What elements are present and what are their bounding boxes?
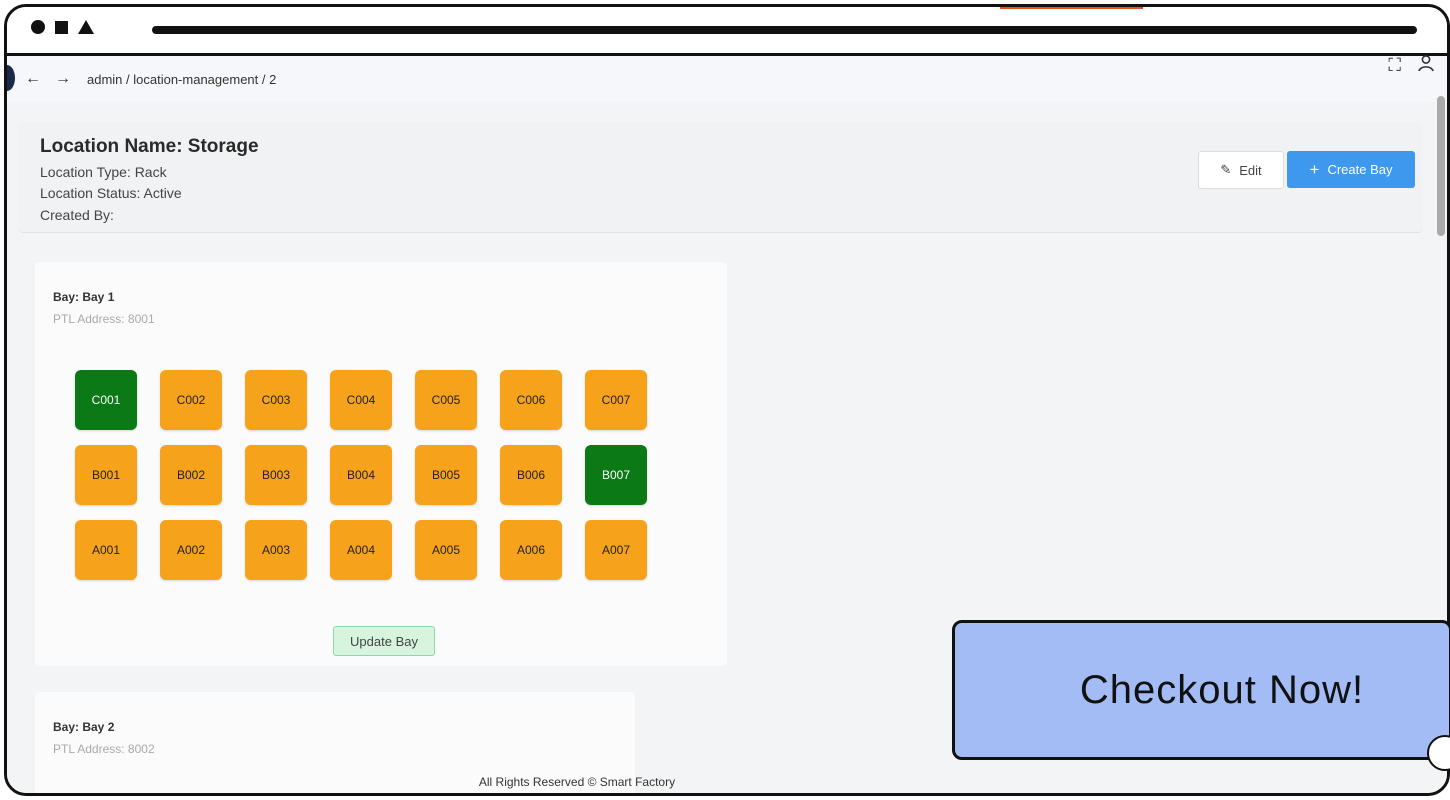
- fullscreen-icon[interactable]: ⛶: [1388, 55, 1401, 76]
- pencil-icon: ✎: [1220, 162, 1232, 177]
- copyright-text: All Rights Reserved © Smart Factory: [478, 775, 676, 789]
- checkout-banner[interactable]: Checkout Now!: [952, 620, 1450, 771]
- bay-title: Bay: Bay 1: [53, 290, 115, 304]
- create-bay-button[interactable]: + Create Bay: [1287, 151, 1415, 188]
- bin-cell[interactable]: A004: [330, 520, 392, 580]
- bay-card-1: Bay: Bay 1 PTL Address: 8001 C001 C002 C00…: [35, 262, 727, 666]
- bin-cell[interactable]: C007: [585, 370, 647, 430]
- bin-cell[interactable]: C002: [160, 370, 222, 430]
- bin-cell[interactable]: B004: [330, 445, 392, 505]
- bay-title: Bay: Bay 2: [53, 720, 115, 734]
- plus-icon: +: [1309, 159, 1320, 179]
- window-controls: [31, 20, 94, 34]
- address-bar[interactable]: [152, 26, 1417, 34]
- footer: All Rights Reserved © Smart Factory: [7, 775, 1447, 789]
- update-bay-button[interactable]: Update Bay: [333, 626, 435, 656]
- bin-cell[interactable]: B001: [75, 445, 137, 505]
- page-scrollbar[interactable]: [1437, 96, 1445, 236]
- bin-grid: C001 C002 C003 C004 C005 C006 C007 B001 B002 B003…: [75, 370, 647, 580]
- sidebar-toggle[interactable]: [7, 65, 15, 91]
- create-bay-label: Create Bay: [1327, 162, 1393, 177]
- back-arrow-icon[interactable]: ←: [25, 70, 41, 88]
- orange-tab-marker: [1000, 7, 1143, 9]
- square-icon[interactable]: [55, 20, 68, 34]
- bay-ptl-address: PTL Address: 8002: [53, 742, 155, 756]
- location-header: Location Name: Storage Location Type: Ra…: [19, 122, 1423, 233]
- breadcrumb: admin / location-management / 2: [87, 71, 277, 87]
- navbar: ← → admin / location-management / 2 ⛶: [7, 54, 1447, 102]
- location-name: Location Name: Storage: [40, 136, 259, 157]
- bin-cell[interactable]: B006: [500, 445, 562, 505]
- edit-button[interactable]: ✎ Edit: [1198, 151, 1284, 189]
- edit-label: Edit: [1239, 162, 1262, 178]
- bin-cell[interactable]: A003: [245, 520, 307, 580]
- navbar-actions: ⛶: [1388, 54, 1435, 77]
- bin-cell[interactable]: B002: [160, 445, 222, 505]
- forward-arrow-icon[interactable]: →: [55, 70, 71, 88]
- created-by: Created By:: [40, 207, 114, 223]
- bin-cell[interactable]: C004: [330, 370, 392, 430]
- bin-cell[interactable]: B003: [245, 445, 307, 505]
- checkout-text: Checkout Now!: [1079, 667, 1365, 712]
- location-type: Location Type: Rack: [40, 164, 167, 180]
- location-status: Location Status: Active: [40, 185, 182, 201]
- bin-cell[interactable]: C001: [75, 370, 137, 430]
- window-topbar: [7, 7, 1447, 56]
- bin-cell[interactable]: B007: [585, 445, 647, 505]
- bin-cell[interactable]: C006: [500, 370, 562, 430]
- bin-cell[interactable]: A007: [585, 520, 647, 580]
- bin-cell[interactable]: A001: [75, 520, 137, 580]
- bin-cell[interactable]: C003: [245, 370, 307, 430]
- circle-icon[interactable]: [31, 20, 45, 34]
- user-icon[interactable]: [1417, 54, 1435, 77]
- bin-cell[interactable]: B005: [415, 445, 477, 505]
- bin-cell[interactable]: C005: [415, 370, 477, 430]
- bin-cell[interactable]: A005: [415, 520, 477, 580]
- bin-cell[interactable]: A002: [160, 520, 222, 580]
- bin-cell[interactable]: A006: [500, 520, 562, 580]
- triangle-icon[interactable]: [78, 20, 94, 34]
- bay-ptl-address: PTL Address: 8001: [53, 312, 155, 326]
